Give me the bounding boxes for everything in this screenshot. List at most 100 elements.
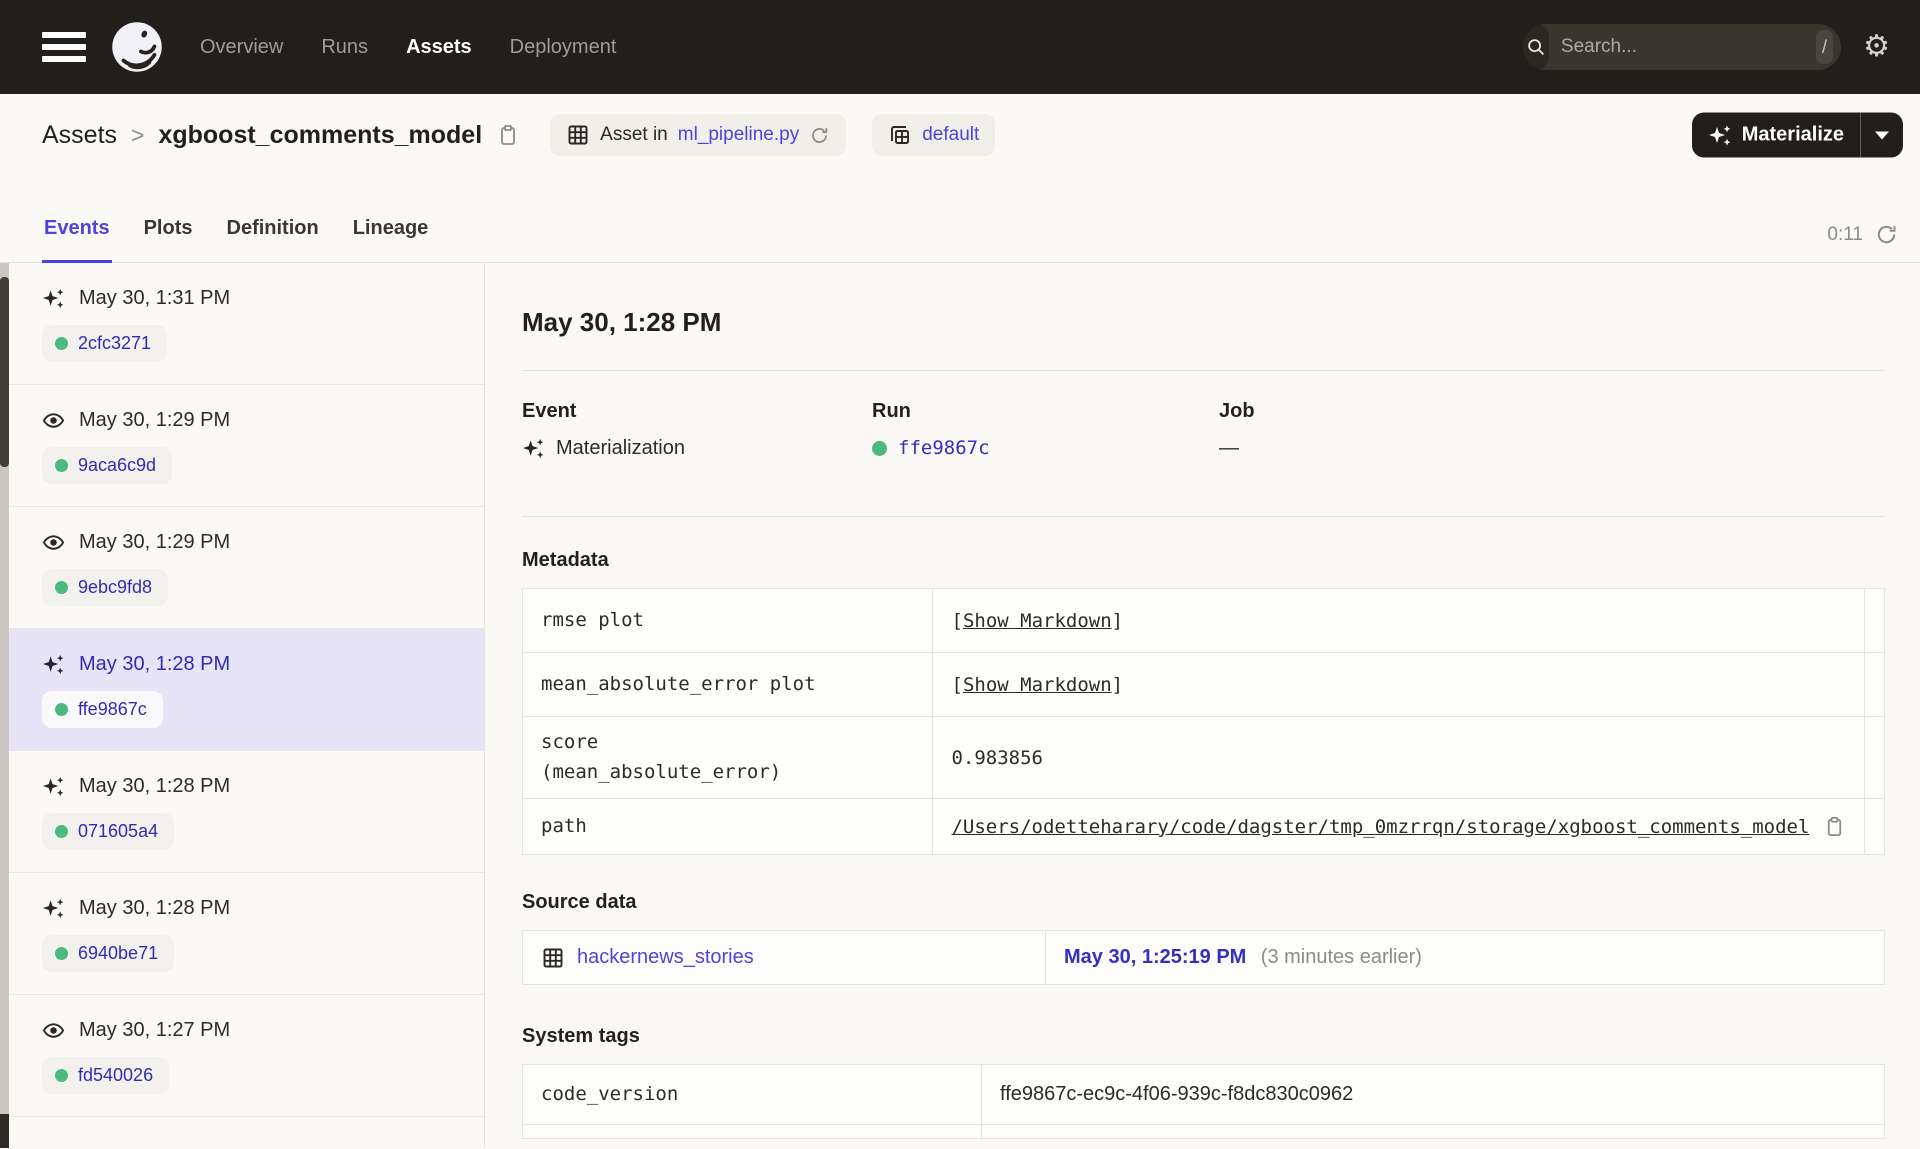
list-item[interactable]: May 30, 1:29 PM 9ebc9fd8 (0, 507, 484, 629)
run-id-link[interactable]: 9ebc9fd8 (78, 577, 152, 598)
list-item[interactable]: May 30, 1:29 PM 9aca6c9d (0, 385, 484, 507)
menu-icon[interactable] (42, 32, 86, 62)
metadata-key: mean_absolute_error plot (521, 652, 934, 717)
sidebar-scrollbar[interactable] (0, 263, 9, 1148)
nav-assets[interactable]: Assets (406, 36, 472, 59)
event-timestamp: May 30, 1:28 PM (79, 653, 231, 675)
chevron-down-icon (1875, 131, 1889, 139)
job-value: — (1219, 437, 1239, 459)
table-row: score (mean_absolute_error) 0.983856 (521, 716, 1885, 799)
tab-definition[interactable]: Definition (225, 217, 321, 263)
run-pill[interactable]: fd540026 (42, 1057, 170, 1094)
metadata-value: 0.983856 (932, 716, 1866, 799)
run-pill[interactable]: 2cfc3271 (42, 325, 168, 362)
run-id-link[interactable]: ffe9867c (898, 437, 990, 459)
event-timestamp: May 30, 1:31 PM (79, 287, 231, 309)
materialize-button[interactable]: Materialize (1692, 112, 1861, 158)
event-list: May 30, 1:31 PM 2cfc3271 May 30, 1:29 PM… (0, 263, 485, 1148)
breadcrumb-assets-link[interactable]: Assets (42, 121, 117, 150)
events-content: May 30, 1:31 PM 2cfc3271 May 30, 1:29 PM… (0, 263, 1920, 1148)
source-timestamp-link[interactable]: May 30, 1:25:19 PM (1064, 946, 1246, 968)
asset-group-icon (888, 123, 912, 147)
table-row (522, 1124, 1885, 1139)
observation-eye-icon (42, 531, 65, 554)
path-link[interactable]: /Users/odetteharary/code/dagster/tmp_0mz… (951, 816, 1809, 838)
event-timestamp: May 30, 1:28 PM (79, 897, 231, 919)
event-timestamp: May 30, 1:29 PM (79, 531, 231, 553)
code-location-link[interactable]: ml_pipeline.py (678, 124, 799, 146)
run-column: Run ffe9867c (872, 400, 1219, 460)
source-data-table: hackernews_stories May 30, 1:25:19 PM (3… (522, 930, 1885, 985)
run-status-dot (872, 440, 887, 456)
source-relative-time: (3 minutes earlier) (1260, 946, 1422, 968)
table-grid-icon (541, 946, 565, 970)
run-id-link[interactable]: 9aca6c9d (78, 455, 156, 476)
event-detail-panel: May 30, 1:28 PM Event Materialization Ru… (485, 263, 1920, 1148)
refresh-icon[interactable] (1875, 223, 1898, 246)
nav-deployment[interactable]: Deployment (510, 36, 617, 59)
run-pill[interactable]: ffe9867c (42, 691, 163, 728)
metadata-key: path (521, 798, 934, 855)
table-row: code_version ffe9867c-ec9c-4f06-939c-f8d… (522, 1064, 1885, 1125)
breadcrumb: Assets > xgboost_comments_model (42, 121, 520, 150)
run-id-link[interactable]: 071605a4 (78, 821, 158, 842)
list-item[interactable]: May 30, 1:31 PM 2cfc3271 (0, 263, 484, 385)
metadata-table: rmse plot [Show Markdown] mean_absolute_… (521, 588, 1885, 855)
code-location-badge: Asset in ml_pipeline.py (550, 114, 847, 156)
list-item[interactable]: May 30, 1:28 PM 6940be71 (0, 873, 484, 995)
system-tags-table: code_version ffe9867c-ec9c-4f06-939c-f8d… (522, 1064, 1885, 1139)
run-id-link[interactable]: 6940be71 (78, 943, 158, 964)
metadata-heading: Metadata (522, 549, 609, 571)
run-pill[interactable]: 071605a4 (42, 813, 175, 850)
run-pill[interactable]: 9ebc9fd8 (42, 569, 169, 606)
show-markdown-link[interactable]: Show Markdown (963, 610, 1112, 632)
run-pill[interactable]: 9aca6c9d (42, 447, 173, 484)
code-location-prefix: Asset in (600, 124, 668, 145)
scrollbar-corner (0, 1114, 9, 1148)
materialization-sparkle-icon (42, 897, 65, 920)
run-status-dot (55, 825, 68, 838)
nav-runs[interactable]: Runs (321, 36, 368, 59)
materialize-label: Materialize (1741, 123, 1844, 146)
run-status-dot (55, 947, 68, 960)
search-icon (1523, 24, 1549, 70)
search-input[interactable] (1548, 36, 1816, 58)
page-title: xgboost_comments_model (158, 120, 483, 149)
tab-events[interactable]: Events (42, 217, 112, 263)
materialize-dropdown-button[interactable] (1861, 113, 1903, 158)
event-timestamp: May 30, 1:29 PM (79, 409, 231, 431)
scrollbar-thumb[interactable] (0, 277, 9, 467)
asset-group-link[interactable]: default (922, 124, 979, 146)
tab-lineage[interactable]: Lineage (351, 217, 431, 263)
tab-plots[interactable]: Plots (142, 217, 195, 263)
job-column: Job — (1219, 400, 1885, 460)
nav-overview[interactable]: Overview (200, 36, 283, 59)
show-markdown-link[interactable]: Show Markdown (963, 674, 1112, 696)
run-status-dot (55, 703, 68, 716)
run-id-link[interactable]: fd540026 (78, 1065, 153, 1086)
metadata-key: score (mean_absolute_error) (521, 716, 934, 799)
job-label: Job (1219, 400, 1255, 422)
run-id-link[interactable]: ffe9867c (78, 699, 147, 720)
materialization-sparkle-icon (42, 653, 65, 676)
settings-gear-icon[interactable]: ⚙ (1863, 32, 1890, 62)
list-item[interactable]: May 30, 1:27 PM fd540026 (0, 995, 484, 1117)
list-item-selected[interactable]: May 30, 1:28 PM ffe9867c (0, 629, 484, 751)
primary-nav: Overview Runs Assets Deployment (200, 36, 616, 59)
dagster-logo-icon[interactable] (110, 20, 164, 74)
table-row: rmse plot [Show Markdown] (521, 588, 1885, 653)
copy-path-icon[interactable] (1823, 815, 1846, 838)
global-search[interactable]: / (1523, 24, 1842, 70)
reload-location-icon[interactable] (809, 125, 830, 146)
run-id-link[interactable]: 2cfc3271 (78, 333, 151, 354)
event-timestamp: May 30, 1:28 PM (79, 775, 231, 797)
source-asset-link[interactable]: hackernews_stories (577, 946, 754, 969)
search-shortcut-key: / (1815, 30, 1834, 64)
run-pill[interactable]: 6940be71 (42, 935, 175, 972)
materialize-sparkle-icon (1708, 125, 1731, 145)
list-item[interactable]: May 30, 1:28 PM 071605a4 (0, 751, 484, 873)
run-status-dot (55, 337, 68, 350)
asset-group-badge: default (872, 114, 996, 156)
asset-header-row: Assets > xgboost_comments_model Asset in… (0, 94, 1920, 176)
copy-asset-name-icon[interactable] (496, 123, 520, 147)
